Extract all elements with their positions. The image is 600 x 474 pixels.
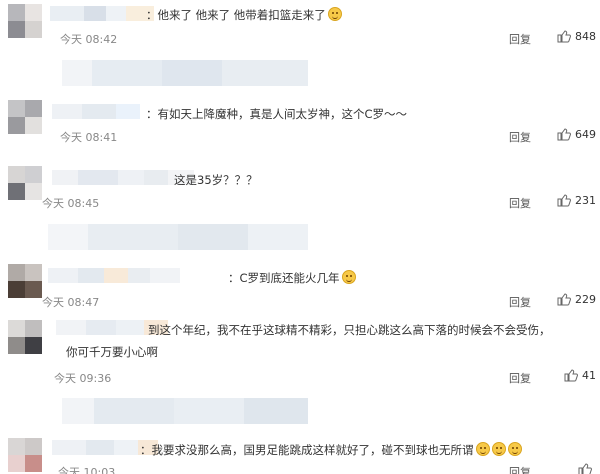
comment-time: 今天 08:41 bbox=[60, 131, 118, 144]
comment-time: 今天 09:36 bbox=[54, 372, 112, 385]
avatar[interactable] bbox=[8, 166, 42, 200]
like-button[interactable]: 229 bbox=[557, 293, 596, 306]
comment-text: ：C罗到底还能火几年 bbox=[228, 270, 356, 286]
thumbs-up-icon bbox=[557, 194, 571, 207]
thumbs-up-icon bbox=[557, 128, 571, 141]
like-count: 848 bbox=[575, 30, 596, 43]
comment-time: 今天 10:03 bbox=[58, 466, 116, 474]
comment-time: 今天 08:42 bbox=[60, 33, 118, 46]
thumbs-up-icon bbox=[557, 293, 571, 306]
smile-emoji-icon bbox=[475, 442, 490, 456]
like-count: 231 bbox=[575, 194, 596, 207]
avatar[interactable] bbox=[8, 100, 42, 134]
like-count: 649 bbox=[575, 128, 596, 141]
avatar[interactable] bbox=[8, 438, 42, 472]
like-button[interactable]: 649 bbox=[557, 128, 596, 141]
reply-preview-blurred bbox=[48, 224, 308, 250]
thumbs-up-icon bbox=[564, 369, 578, 382]
reply-preview-blurred bbox=[62, 60, 308, 86]
avatar[interactable] bbox=[8, 4, 42, 38]
reply-button[interactable]: 回复 bbox=[509, 464, 531, 474]
comment-text: ：我要求没那么高，国男足能跳成这样就好了，碰不到球也无所谓 bbox=[140, 442, 522, 458]
like-button[interactable]: 41 bbox=[564, 369, 596, 382]
username-blurred[interactable] bbox=[52, 170, 194, 185]
like-count: 229 bbox=[575, 293, 596, 306]
comment-time: 今天 08:45 bbox=[42, 197, 100, 210]
smile-emoji-icon bbox=[491, 442, 506, 456]
comment-text: 这是35岁？？？ bbox=[174, 173, 258, 187]
like-button[interactable]: 848 bbox=[557, 30, 596, 43]
reply-button[interactable]: 回复 bbox=[509, 129, 531, 145]
username-blurred[interactable] bbox=[52, 104, 140, 119]
like-count: 41 bbox=[582, 369, 596, 382]
comment-time: 今天 08:47 bbox=[42, 296, 100, 309]
reply-preview-blurred bbox=[62, 398, 308, 424]
reply-button[interactable]: 回复 bbox=[509, 370, 531, 386]
thumbs-up-icon bbox=[578, 463, 592, 474]
comment-text: ：他来了 他来了 他带着扣篮走来了 bbox=[146, 7, 342, 23]
reply-button[interactable]: 回复 bbox=[509, 294, 531, 310]
comment-text: ：有如天上降魔种，真是人间太岁神，这个C罗～～ bbox=[146, 107, 408, 121]
reply-button[interactable]: 回复 bbox=[509, 195, 531, 211]
thumbs-up-icon bbox=[557, 30, 571, 43]
like-button[interactable]: 231 bbox=[557, 194, 596, 207]
like-button[interactable] bbox=[578, 463, 596, 474]
comment-text-line2: 你可千万要小心啊 bbox=[66, 345, 158, 359]
reply-button[interactable]: 回复 bbox=[509, 31, 531, 47]
username-blurred[interactable] bbox=[48, 268, 180, 283]
comment-text: 到这个年纪，我不在乎这球精不精彩，只担心跳这么高下落的时候会不会受伤， bbox=[148, 323, 551, 337]
smile-emoji-icon bbox=[327, 7, 342, 21]
username-blurred[interactable] bbox=[50, 6, 154, 21]
smile-emoji-icon bbox=[507, 442, 522, 456]
avatar[interactable] bbox=[8, 320, 42, 354]
avatar[interactable] bbox=[8, 264, 42, 298]
smile-emoji-icon bbox=[341, 270, 356, 284]
